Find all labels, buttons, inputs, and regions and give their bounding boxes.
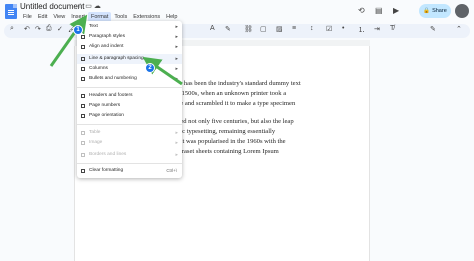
step-badge-2: 2 [145, 63, 155, 73]
arrow-to-line-spacing [142, 56, 183, 86]
annotation-arrows [49, 14, 183, 86]
step-badge-1: 1 [73, 25, 83, 35]
